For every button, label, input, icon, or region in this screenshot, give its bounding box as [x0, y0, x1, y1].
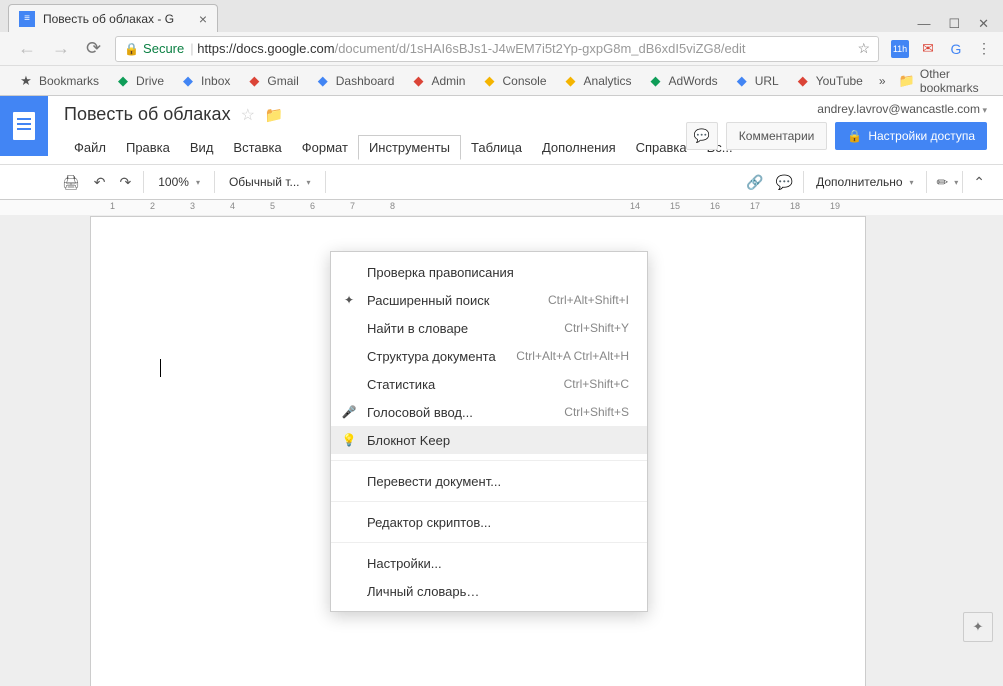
move-folder-icon[interactable]: 📁	[265, 106, 284, 124]
url-host: https://docs.google.com	[197, 41, 334, 56]
bookmark-dashboard[interactable]: ◆Dashboard	[307, 73, 403, 89]
dropdown-item-12[interactable]: Настройки...	[331, 549, 647, 577]
print-icon[interactable]: 🖨	[56, 170, 86, 195]
dropdown-item-0[interactable]: Проверка правописания	[331, 258, 647, 286]
text-cursor	[160, 359, 161, 377]
window-maximize-icon[interactable]: ☐	[948, 16, 960, 32]
bookmark-analytics[interactable]: ◆Analytics	[555, 73, 640, 89]
dropdown-item-2[interactable]: Найти в словареCtrl+Shift+Y	[331, 314, 647, 342]
address-bar[interactable]: 🔒 Secure | https://docs.google.com/docum…	[115, 36, 879, 62]
share-button[interactable]: 🔒Настройки доступа	[835, 122, 987, 150]
bookmark-console[interactable]: ◆Console	[473, 73, 554, 89]
zoom-dropdown[interactable]: 100%	[150, 171, 208, 193]
dropdown-item-13[interactable]: Личный словарь…	[331, 577, 647, 605]
edit-mode-icon[interactable]: ✏	[931, 170, 955, 195]
dropdown-item-6[interactable]: 💡Блокнот Keep	[331, 426, 647, 454]
text-style-dropdown[interactable]: Обычный т...	[221, 171, 319, 193]
bookmark-drive[interactable]: ◆Drive	[107, 73, 172, 89]
dropdown-item-1[interactable]: ✦Расширенный поискCtrl+Alt+Shift+I	[331, 286, 647, 314]
tab-close-icon[interactable]: ×	[199, 11, 207, 27]
bookmarks-star[interactable]: ★Bookmarks	[10, 73, 107, 89]
bookmark-gmail[interactable]: ◆Gmail	[238, 73, 306, 89]
user-account[interactable]: andrey.lavrov@wancastle.com	[817, 102, 987, 116]
menu-2[interactable]: Вид	[180, 136, 224, 159]
menu-3[interactable]: Вставка	[223, 136, 291, 159]
url-path: /document/d/1sHAI6sBJs1-J4wEM7i5t2Yp-gxp…	[335, 41, 746, 56]
more-toolbar-dropdown[interactable]: Дополнительно	[808, 171, 921, 193]
nav-forward-icon[interactable]: →	[44, 38, 78, 59]
redo-icon[interactable]: ↷	[114, 170, 138, 195]
tools-dropdown: Проверка правописания✦Расширенный поискC…	[330, 251, 648, 612]
lock-icon: 🔒	[124, 42, 139, 56]
menu-7[interactable]: Дополнения	[532, 136, 626, 159]
menu-6[interactable]: Таблица	[461, 136, 532, 159]
chat-icon[interactable]: 💬	[686, 122, 718, 150]
dropdown-item-4[interactable]: СтатистикаCtrl+Shift+C	[331, 370, 647, 398]
dropdown-item-8[interactable]: Перевести документ...	[331, 467, 647, 495]
comment-add-icon[interactable]: 💬	[770, 170, 799, 195]
bookmark-youtube[interactable]: ◆YouTube	[787, 73, 871, 89]
lock-share-icon: 🔒	[847, 129, 862, 143]
window-close-icon[interactable]: ✕	[978, 16, 989, 32]
tab-title: Повесть об облаках - G	[43, 12, 191, 26]
bookmark-adwords[interactable]: ◆AdWords	[640, 73, 726, 89]
secure-label: Secure	[143, 41, 184, 56]
chrome-menu-icon[interactable]: ⋮	[975, 40, 993, 58]
google-ext-icon[interactable]: G	[947, 40, 965, 58]
collapse-icon[interactable]: ⌃	[967, 170, 991, 195]
window-minimize-icon[interactable]: —	[917, 16, 930, 32]
dropdown-item-5[interactable]: 🎤Голосовой ввод...Ctrl+Shift+S	[331, 398, 647, 426]
menu-0[interactable]: Файл	[64, 136, 116, 159]
undo-icon[interactable]: ↶	[88, 170, 112, 195]
menu-1[interactable]: Правка	[116, 136, 180, 159]
menu-4[interactable]: Формат	[292, 136, 358, 159]
gmail-ext-icon[interactable]: ✉	[919, 40, 937, 58]
document-title[interactable]: Повесть об облаках	[64, 104, 231, 125]
extension-icon[interactable]: 11h	[891, 40, 909, 58]
ruler[interactable]: 12345678141516171819	[0, 200, 1003, 216]
link-icon[interactable]: 🔗	[740, 170, 769, 195]
dropdown-item-10[interactable]: Редактор скриптов...	[331, 508, 647, 536]
dropdown-item-3[interactable]: Структура документаCtrl+Alt+A Ctrl+Alt+H	[331, 342, 647, 370]
menu-5[interactable]: Инструменты	[358, 135, 461, 160]
other-bookmarks[interactable]: » 📁Other bookmarks	[871, 67, 993, 95]
nav-back-icon[interactable]: ←	[10, 38, 44, 59]
bookmark-url[interactable]: ◆URL	[726, 73, 787, 89]
comments-button[interactable]: Комментарии	[726, 122, 828, 150]
bookmark-star-icon[interactable]: ☆	[857, 40, 870, 57]
bookmark-admin[interactable]: ◆Admin	[402, 73, 473, 89]
browser-tab[interactable]: ≡ Повесть об облаках - G ×	[8, 4, 218, 32]
bookmark-inbox[interactable]: ◆Inbox	[172, 73, 238, 89]
nav-reload-icon[interactable]: ⟳	[78, 38, 109, 59]
star-document-icon[interactable]: ☆	[241, 105, 255, 125]
docs-favicon: ≡	[19, 11, 35, 27]
explore-button[interactable]: ✦	[963, 612, 993, 642]
